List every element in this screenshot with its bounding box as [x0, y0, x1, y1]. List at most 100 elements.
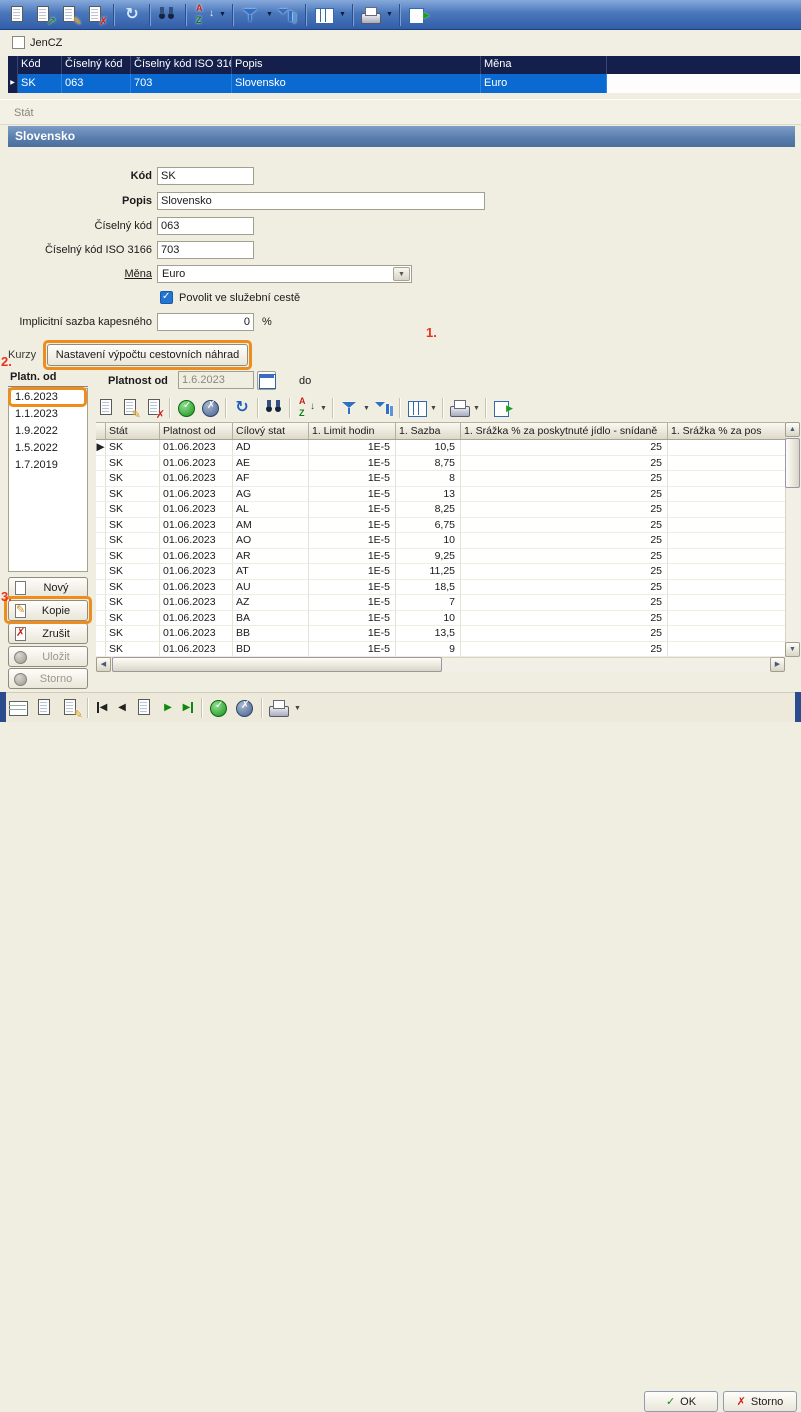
rates-table-row[interactable]: SK01.06.2023AR1E-59,2525 [96, 549, 785, 565]
next-record-icon[interactable]: ▶ [158, 697, 178, 719]
rates-table-row[interactable]: SK01.06.2023AF1E-5825 [96, 471, 785, 487]
sort-dropdown-arrow[interactable]: ▼ [318, 405, 329, 412]
kopie-button[interactable]: Kopie [8, 600, 88, 621]
filter-graph-icon[interactable] [372, 396, 396, 420]
sort-az-icon[interactable]: ↓ [191, 3, 217, 27]
column-header-srazka-snidane[interactable]: 1. Srážka % za poskytnuté jídlo - snídan… [461, 423, 668, 439]
column-header-cilovy-stat[interactable]: Cílový stat [233, 423, 309, 439]
rates-table-row[interactable]: SK01.06.2023AE1E-58,7525 [96, 456, 785, 472]
edit-row-icon[interactable]: ✎ [118, 396, 142, 420]
filter-graph-icon[interactable] [275, 3, 301, 27]
kurzy-date-item[interactable]: 1.1.2023 [9, 406, 87, 423]
last-record-icon[interactable]: ▶ [178, 697, 198, 719]
record-document-icon[interactable] [32, 696, 58, 720]
storno-button[interactable]: ✗ Storno [723, 1391, 797, 1412]
print-icon[interactable] [447, 396, 471, 420]
rates-table-row[interactable]: SK01.06.2023AU1E-518,525 [96, 580, 785, 596]
print-dropdown-arrow[interactable]: ▼ [292, 705, 303, 712]
mena-label[interactable]: Měna [0, 268, 152, 280]
iso-input[interactable] [157, 241, 254, 259]
record-edit-icon[interactable]: ✎ [58, 696, 84, 720]
print-icon[interactable] [358, 3, 384, 27]
mena-dropdown-arrow[interactable]: ▼ [393, 267, 410, 281]
zrusit-button[interactable]: Zrušit [8, 623, 88, 644]
dates-column-header[interactable]: Platn. od [8, 369, 88, 387]
rates-table-row[interactable]: SK01.06.2023BA1E-51025 [96, 611, 785, 627]
new-row-icon[interactable] [94, 396, 118, 420]
vertical-scroll-thumb[interactable] [785, 438, 800, 488]
platnost-od-input[interactable] [178, 371, 254, 389]
column-header-mena[interactable]: Měna [481, 56, 607, 74]
new-document-icon[interactable] [5, 3, 31, 27]
cancel-icon[interactable] [232, 696, 258, 720]
povolit-checkbox[interactable] [160, 291, 173, 304]
rates-table-row[interactable]: SK01.06.2023BB1E-513,525 [96, 626, 785, 642]
calendar-button[interactable] [257, 371, 276, 390]
rates-table-row[interactable]: SK01.06.2023AL1E-58,2525 [96, 502, 785, 518]
columns-icon[interactable] [311, 3, 337, 27]
column-header-platnost-od[interactable]: Platnost od [160, 423, 233, 439]
refresh-icon[interactable]: ↻ [230, 396, 254, 420]
column-header-sazba[interactable]: 1. Sazba [396, 423, 461, 439]
filter-dropdown-arrow[interactable]: ▼ [264, 11, 275, 18]
print-dropdown-arrow[interactable]: ▼ [384, 11, 395, 18]
kurzy-date-item[interactable]: 1.5.2022 [9, 440, 87, 457]
open-document-icon[interactable]: ↗ [31, 3, 57, 27]
columns-icon[interactable] [404, 396, 428, 420]
filter-icon[interactable] [337, 396, 361, 420]
rates-table-row[interactable]: SK01.06.2023AM1E-56,7525 [96, 518, 785, 534]
kurzy-date-item[interactable]: 1.7.2019 [9, 457, 87, 474]
column-header-kod[interactable]: Kód [18, 56, 62, 74]
list-icon[interactable] [6, 696, 32, 720]
accept-icon[interactable] [174, 396, 198, 420]
popis-input[interactable] [157, 192, 485, 210]
accept-icon[interactable] [206, 696, 232, 720]
column-header-ciselny-kod[interactable]: Číselný kód [62, 56, 131, 74]
mena-select[interactable]: Euro ▼ [157, 265, 412, 283]
delete-row-icon[interactable]: ✗ [142, 396, 166, 420]
export-icon[interactable] [405, 3, 431, 27]
column-header-iso[interactable]: Číselný kód ISO 3166 [131, 56, 232, 74]
print-dropdown-arrow[interactable]: ▼ [471, 405, 482, 412]
scroll-up-button[interactable]: ▲ [785, 422, 800, 437]
column-header-srazka-2[interactable]: 1. Srážka % za pos [668, 423, 785, 439]
export-icon[interactable] [490, 396, 514, 420]
rates-table-row[interactable]: ▶SK01.06.2023AD1E-510,525 [96, 440, 785, 456]
scroll-down-button[interactable]: ▼ [785, 642, 800, 657]
scroll-left-button[interactable]: ◀ [96, 657, 111, 672]
search-icon[interactable] [262, 396, 286, 420]
delete-document-icon[interactable]: ✗ [83, 3, 109, 27]
first-record-icon[interactable]: ◀ [92, 697, 112, 719]
nahrady-settings-button[interactable]: Nastavení výpočtu cestovních náhrad [47, 344, 248, 366]
ok-button[interactable]: ✓ OK [644, 1391, 718, 1412]
novy-button[interactable]: Nový [8, 577, 88, 598]
edit-document-icon[interactable]: ✎ [57, 3, 83, 27]
print-icon[interactable] [266, 696, 292, 720]
column-header-limit-hodin[interactable]: 1. Limit hodin [309, 423, 396, 439]
rates-table-row[interactable]: SK01.06.2023AG1E-51325 [96, 487, 785, 503]
refresh-icon[interactable]: ↻ [119, 3, 145, 27]
column-header-stat[interactable]: Stát [106, 423, 160, 439]
column-header-popis[interactable]: Popis [232, 56, 481, 74]
sort-dropdown-arrow[interactable]: ▼ [217, 11, 228, 18]
rates-table-row[interactable]: SK01.06.2023AZ1E-5725 [96, 595, 785, 611]
current-record-icon[interactable] [132, 696, 158, 720]
filter-dropdown-arrow[interactable]: ▼ [361, 405, 372, 412]
kod-input[interactable] [157, 167, 254, 185]
columns-dropdown-arrow[interactable]: ▼ [337, 11, 348, 18]
rates-table-row[interactable]: SK01.06.2023AT1E-511,2525 [96, 564, 785, 580]
horizontal-scroll-thumb[interactable] [112, 657, 442, 672]
columns-dropdown-arrow[interactable]: ▼ [428, 405, 439, 412]
jencz-checkbox[interactable] [12, 36, 25, 49]
rates-table-row[interactable]: SK01.06.2023BD1E-5925 [96, 642, 785, 658]
kapesne-input[interactable] [157, 313, 254, 331]
search-icon[interactable] [155, 3, 181, 27]
kurzy-date-item[interactable]: 1.9.2022 [9, 423, 87, 440]
sort-az-icon[interactable]: ↓ [294, 396, 318, 420]
ciselny-kod-input[interactable] [157, 217, 254, 235]
scroll-right-button[interactable]: ▶ [770, 657, 785, 672]
kurzy-date-item[interactable]: 1.6.2023 [9, 389, 87, 406]
cancel-icon[interactable] [198, 396, 222, 420]
country-row-selected[interactable]: ▶ SK 063 703 Slovensko Euro [8, 74, 800, 93]
rates-table-row[interactable]: SK01.06.2023AO1E-51025 [96, 533, 785, 549]
